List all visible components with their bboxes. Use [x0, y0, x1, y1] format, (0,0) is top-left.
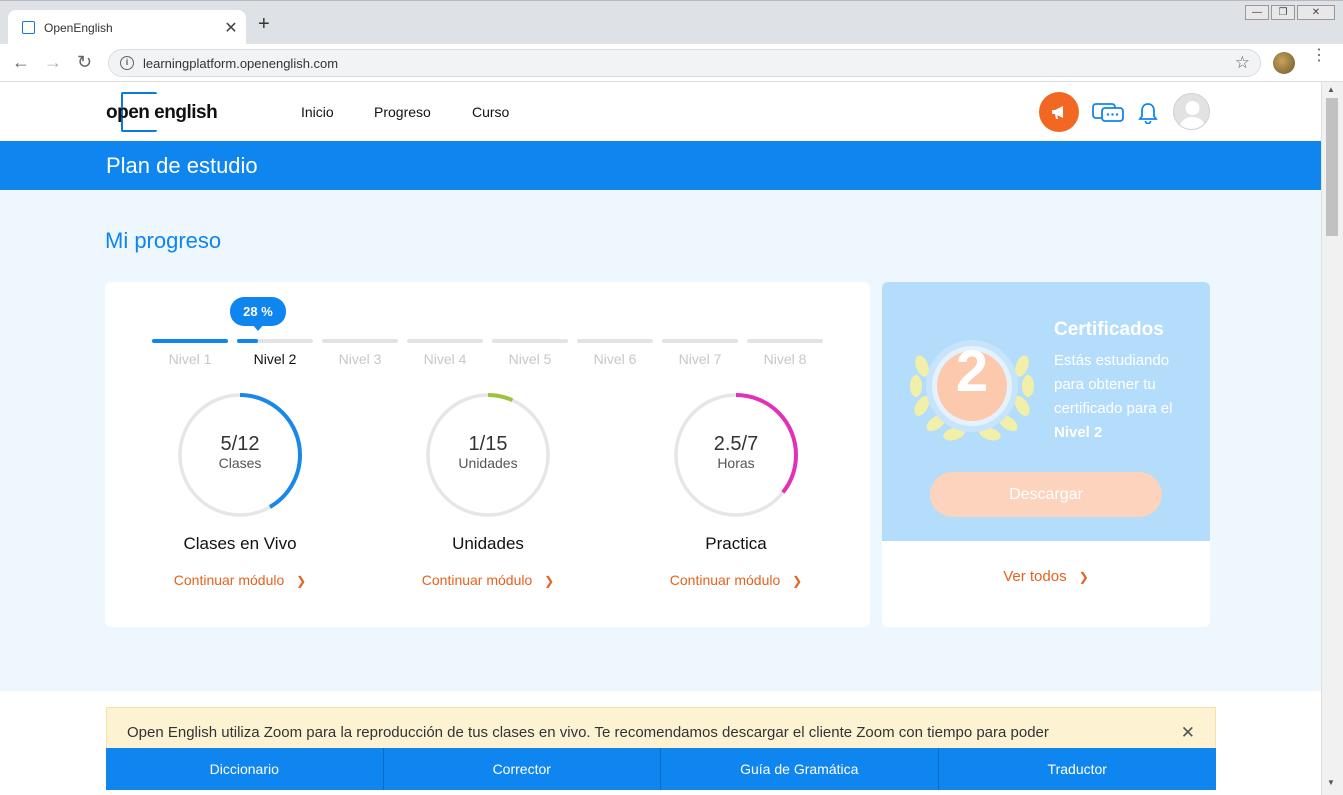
zoom-notice-text: Open English utiliza Zoom para la reprod… — [127, 724, 1049, 741]
practica-continue-label: Continuar módulo — [669, 572, 781, 588]
see-all-label: Ver todos — [1003, 568, 1067, 585]
certificate-panel: 2 Certificados Estás estudiando para obt… — [882, 282, 1210, 541]
user-silhouette-icon — [1179, 101, 1206, 129]
scroll-thumb[interactable] — [1326, 98, 1338, 236]
new-tab-button[interactable]: + — [258, 14, 270, 34]
page-banner: Plan de estudio — [0, 141, 1321, 190]
certificate-description: Estás estudiando para obtener tu certifi… — [1054, 349, 1194, 445]
tool-diccionario[interactable]: Diccionario — [106, 748, 384, 790]
level-label-5[interactable]: Nivel 5 — [492, 351, 568, 367]
certificate-desc-text: Estás estudiando para obtener tu certifi… — [1054, 352, 1173, 417]
level-label-6[interactable]: Nivel 6 — [577, 351, 653, 367]
tool-traductor[interactable]: Traductor — [939, 748, 1217, 790]
favicon-icon — [22, 21, 35, 34]
unidades-continue-label: Continuar módulo — [421, 572, 533, 588]
level-bar-7 — [662, 339, 738, 343]
certificate-title: Certificados — [1054, 319, 1164, 340]
unidades-continue-link[interactable]: Continuar módulo ❯ — [388, 572, 588, 588]
announcements-button[interactable] — [1039, 92, 1079, 132]
practica-continue-link[interactable]: Continuar módulo ❯ — [636, 572, 836, 588]
level-bar-fill — [152, 339, 228, 343]
chevron-right-icon: ❯ — [1078, 570, 1089, 584]
chat-icon[interactable] — [1092, 103, 1124, 123]
chevron-right-icon: ❯ — [792, 574, 803, 588]
see-all-certificates-link[interactable]: Ver todos ❯ — [882, 568, 1210, 585]
browser-toolbar: ← → ↻ i learningplatform.openenglish.com… — [0, 44, 1343, 82]
certificate-level: Nivel 2 — [1054, 424, 1103, 441]
logo-text: open english — [106, 102, 218, 123]
reload-button[interactable]: ↻ — [77, 53, 92, 71]
site-info-icon[interactable]: i — [120, 56, 134, 70]
nav-curso[interactable]: Curso — [472, 104, 509, 120]
back-button[interactable]: ← — [12, 53, 30, 71]
level-bar-fill — [237, 339, 259, 343]
unidades-title: Unidades — [452, 534, 524, 553]
bottom-area: Open English utiliza Zoom para la reprod… — [0, 691, 1321, 795]
level-label-4[interactable]: Nivel 4 — [407, 351, 483, 367]
download-certificate-button[interactable]: Descargar — [930, 472, 1162, 517]
chevron-right-icon: ❯ — [544, 574, 555, 588]
practica-unit: Horas — [717, 455, 755, 471]
level-bar-4 — [407, 339, 483, 343]
clases-unit: Clases — [218, 455, 262, 471]
level-label-1[interactable]: Nivel 1 — [152, 351, 228, 367]
level-label-3[interactable]: Nivel 3 — [322, 351, 398, 367]
section-title: Mi progreso — [105, 228, 222, 253]
forward-button[interactable]: → — [44, 53, 62, 71]
clases-title: Clases en Vivo — [183, 534, 297, 553]
browser-profile-avatar[interactable] — [1273, 52, 1295, 74]
tab-close-icon[interactable]: ✕ — [222, 18, 240, 38]
practica-value: 2.5/7 — [713, 433, 759, 455]
level-bar-1 — [152, 339, 228, 343]
clases-continue-link[interactable]: Continuar módulo ❯ — [140, 572, 340, 588]
user-avatar[interactable] — [1173, 93, 1210, 130]
unidades-unit: Unidades — [458, 455, 518, 471]
medal-number: 2 — [955, 339, 989, 404]
chevron-right-icon: ❯ — [296, 574, 307, 588]
browser-tab[interactable]: OpenEnglish ✕ — [8, 10, 246, 45]
level-bar-3 — [322, 339, 398, 343]
level-bar-5 — [492, 339, 568, 343]
close-icon[interactable]: ✕ — [1181, 723, 1195, 743]
progress-card: 28 % Nivel 1 Nivel 2 Nivel 3 Nivel 4 Nivel 5… — [105, 282, 870, 627]
url-text[interactable]: learningplatform.openenglish.com — [143, 56, 338, 71]
tool-gramatica[interactable]: Guía de Gramática — [661, 748, 939, 790]
certificate-card: 2 Certificados Estás estudiando para obt… — [882, 282, 1210, 627]
level-label-2[interactable]: Nivel 2 — [237, 351, 313, 367]
browser-menu-icon[interactable]: ⋮ — [1311, 48, 1327, 64]
page-scrollbar[interactable]: ▲ ▼ — [1321, 82, 1343, 795]
nav-inicio[interactable]: Inicio — [301, 104, 334, 120]
megaphone-icon — [1052, 106, 1063, 119]
level-bar-2 — [237, 339, 313, 343]
level-bar-6 — [577, 339, 653, 343]
scroll-up-icon[interactable]: ▲ — [1327, 85, 1335, 94]
level-label-8[interactable]: Nivel 8 — [747, 351, 823, 367]
site-header: open english Inicio Progreso Curso — [0, 82, 1321, 141]
minimize-button[interactable]: — — [1245, 5, 1269, 20]
level-label-7[interactable]: Nivel 7 — [662, 351, 738, 367]
bell-icon[interactable] — [1138, 102, 1158, 124]
page-title: Plan de estudio — [106, 153, 258, 178]
address-bar[interactable]: i learningplatform.openenglish.com ☆ — [108, 49, 1261, 77]
main-content: Mi progreso 28 % Nivel 1 Nivel 2 Nivel 3 Ni… — [0, 190, 1321, 691]
unidades-value: 1/15 — [468, 433, 508, 455]
zoom-notice: Open English utiliza Zoom para la reprod… — [106, 707, 1216, 749]
restore-button[interactable]: ❐ — [1271, 5, 1295, 20]
window-close-button[interactable]: ✕ — [1297, 5, 1335, 20]
clases-continue-label: Continuar módulo — [173, 572, 285, 588]
tools-bar: Diccionario Corrector Guía de Gramática … — [106, 748, 1216, 790]
level-progress-badge: 28 % — [230, 297, 286, 326]
tab-title: OpenEnglish — [44, 21, 113, 35]
nav-progreso[interactable]: Progreso — [374, 104, 431, 120]
openenglish-logo[interactable]: open english — [106, 92, 220, 132]
badge-pointer — [252, 324, 264, 331]
level-bar-8 — [747, 339, 823, 343]
scroll-down-icon[interactable]: ▼ — [1327, 778, 1335, 787]
tool-corrector[interactable]: Corrector — [384, 748, 661, 790]
browser-tab-strip: OpenEnglish ✕ + — ❐ ✕ — [0, 0, 1343, 45]
practica-title: Practica — [705, 534, 767, 553]
clases-value: 5/12 — [220, 433, 260, 455]
bookmark-star-icon[interactable]: ☆ — [1235, 53, 1250, 73]
